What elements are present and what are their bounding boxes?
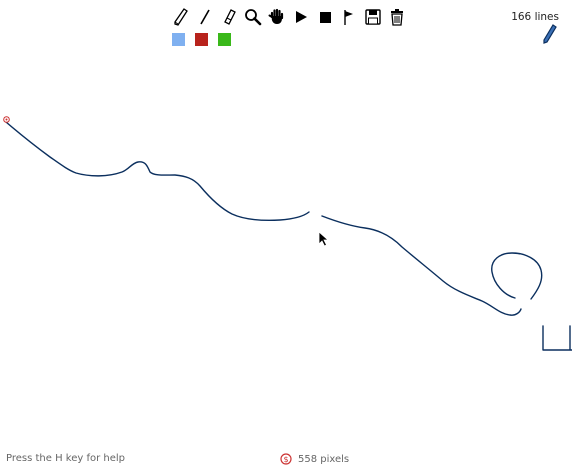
toolbar [170, 6, 408, 28]
track-line-2 [321, 215, 522, 316]
color-swatches [172, 33, 231, 46]
svg-text:$: $ [283, 455, 288, 464]
hand-icon[interactable] [266, 6, 288, 28]
flag-icon[interactable] [338, 6, 360, 28]
pen-indicator-icon [543, 24, 557, 44]
track-loop [491, 252, 543, 300]
swatch-red[interactable] [195, 33, 208, 46]
pixel-counter-icon: $ [280, 453, 292, 465]
swatch-green[interactable] [218, 33, 231, 46]
pixel-counter: $ 558 pixels [280, 453, 349, 465]
line-icon[interactable] [194, 6, 216, 28]
drawing-canvas[interactable] [0, 0, 572, 470]
swatch-light-blue[interactable] [172, 33, 185, 46]
start-marker-icon [3, 116, 10, 123]
trash-icon[interactable] [386, 6, 408, 28]
magnifier-icon[interactable] [242, 6, 264, 28]
help-text: Press the H key for help [6, 453, 126, 464]
track-box [542, 325, 572, 351]
play-icon[interactable] [290, 6, 312, 28]
floppy-disk-icon[interactable] [362, 6, 384, 28]
line-count: 166 lines [511, 11, 559, 23]
pencil-icon[interactable] [170, 6, 192, 28]
stop-icon[interactable] [314, 6, 336, 28]
pixel-count: 558 pixels [298, 453, 350, 465]
track-line-1 [5, 121, 310, 222]
eraser-icon[interactable] [218, 6, 240, 28]
mouse-cursor-icon [318, 231, 330, 247]
